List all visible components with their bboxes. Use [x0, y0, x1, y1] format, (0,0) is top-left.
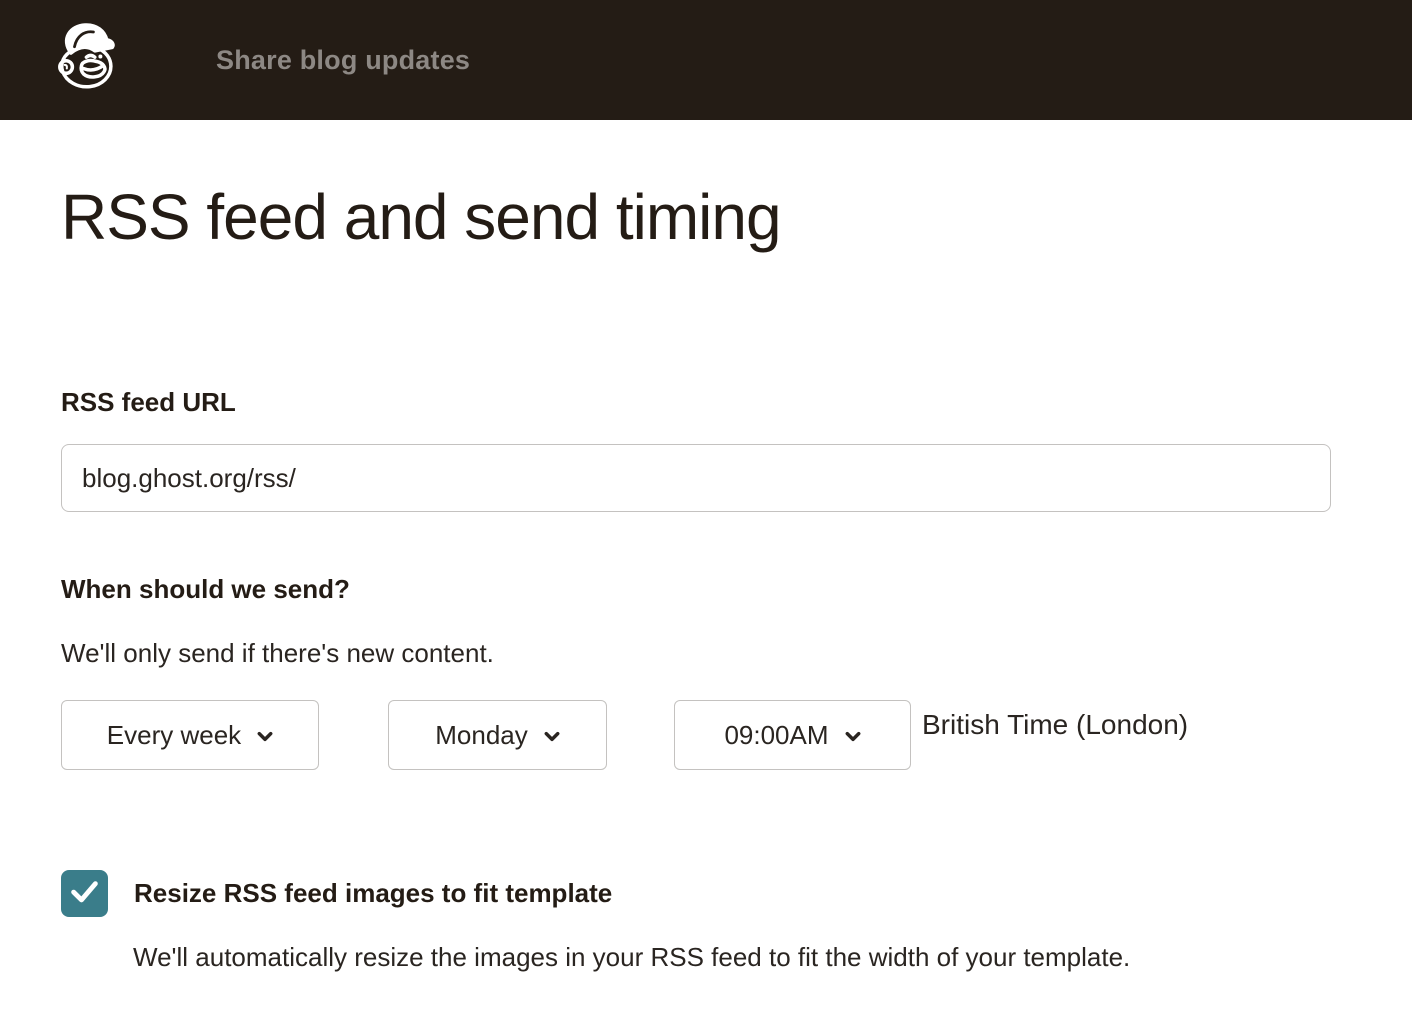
- timezone-label: British Time (London): [922, 708, 1188, 742]
- main-content: RSS feed and send timing RSS feed URL Wh…: [0, 180, 1412, 973]
- send-schedule-heading: When should we send?: [61, 574, 1351, 605]
- checkmark-icon: [70, 880, 99, 908]
- chevron-down-icon: [257, 731, 273, 742]
- day-select[interactable]: Monday: [388, 700, 607, 770]
- chevron-down-icon: [845, 731, 861, 742]
- app-header: Share blog updates: [0, 0, 1412, 120]
- resize-images-description: We'll automatically resize the images in…: [61, 941, 1351, 973]
- schedule-selects-row: Every week Monday 09:00AM British Time (…: [61, 700, 1351, 770]
- day-select-value: Monday: [435, 720, 528, 751]
- time-select[interactable]: 09:00AM: [674, 700, 911, 770]
- send-schedule-note: We'll only send if there's new content.: [61, 638, 1351, 669]
- rss-feed-url-label: RSS feed URL: [61, 387, 1351, 417]
- page-title: RSS feed and send timing: [61, 180, 1351, 255]
- resize-option-row: Resize RSS feed images to fit template: [61, 870, 1351, 917]
- chevron-down-icon: [544, 731, 560, 742]
- frequency-select-value: Every week: [107, 720, 241, 751]
- rss-feed-url-input[interactable]: [61, 444, 1331, 512]
- frequency-select[interactable]: Every week: [61, 700, 319, 770]
- mailchimp-freddie-logo-icon: [50, 19, 120, 101]
- time-select-value: 09:00AM: [724, 720, 828, 751]
- resize-images-label: Resize RSS feed images to fit template: [134, 878, 612, 909]
- resize-images-checkbox[interactable]: [61, 870, 108, 917]
- header-title: Share blog updates: [216, 45, 470, 76]
